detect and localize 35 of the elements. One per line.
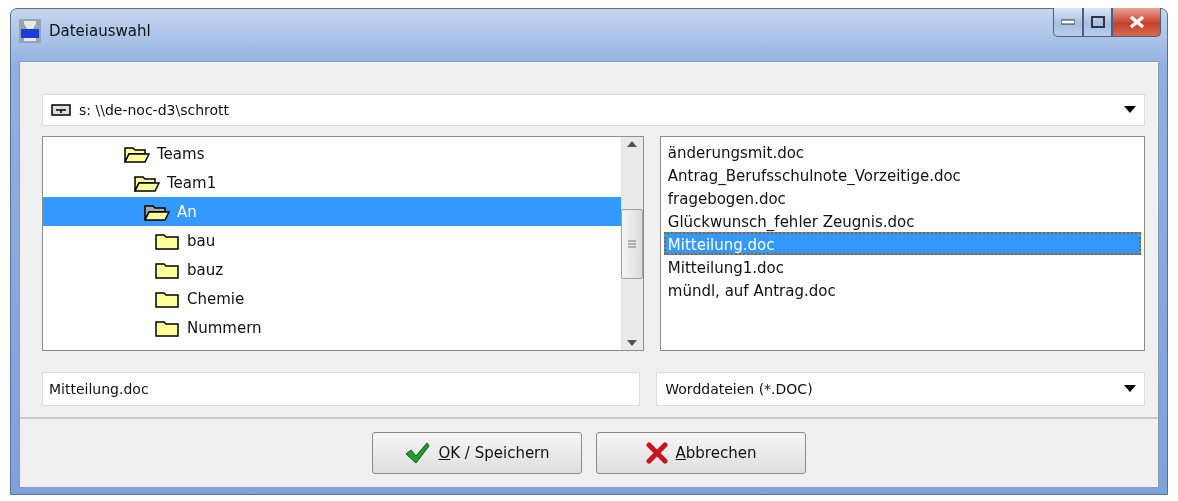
- scroll-down-icon[interactable]: [627, 340, 638, 346]
- window-title: Dateiauswahl: [49, 22, 151, 40]
- file-item[interactable]: fragebogen.doc: [663, 186, 1141, 209]
- cancel-button[interactable]: Abbrechen: [596, 432, 806, 474]
- app-icon: [19, 19, 41, 43]
- maximize-button[interactable]: [1083, 8, 1112, 37]
- scroll-up-icon[interactable]: [627, 141, 638, 147]
- checkmark-icon: [404, 441, 431, 465]
- maximize-icon: [1090, 16, 1105, 28]
- network-drive-icon: [51, 104, 71, 116]
- close-icon: [1128, 15, 1145, 29]
- scrollbar[interactable]: [620, 137, 643, 350]
- dropdown-arrow-icon[interactable]: [1124, 106, 1136, 114]
- folder-item[interactable]: bauz: [43, 255, 621, 284]
- scrollbar-thumb[interactable]: [621, 208, 643, 279]
- file-item[interactable]: Mitteilung1.doc: [663, 255, 1141, 278]
- file-item[interactable]: mündl, auf Antrag.doc: [663, 278, 1141, 301]
- file-item[interactable]: änderungsmit.doc: [663, 140, 1141, 163]
- drive-dropdown[interactable]: s: \\de-noc-d3\schrott: [42, 94, 1145, 126]
- filetype-dropdown[interactable]: Worddateien (*.DOC): [656, 372, 1145, 406]
- grip-icon: [628, 239, 637, 248]
- dropdown-arrow-icon[interactable]: [1124, 385, 1136, 393]
- file-item[interactable]: Antrag_Berufsschulnote_Vorzeitige.doc: [663, 163, 1141, 186]
- folder-item[interactable]: bau: [43, 226, 621, 255]
- filename-field[interactable]: Mitteilung.doc: [42, 372, 641, 406]
- folder-item[interactable]: Nummern: [43, 313, 621, 342]
- file-item[interactable]: Glückwunsch_fehler Zeugnis.doc: [663, 209, 1141, 232]
- close-button[interactable]: [1112, 8, 1161, 37]
- ok-button[interactable]: OK / Speichern: [372, 432, 582, 474]
- folder-item[interactable]: Teams: [43, 139, 621, 168]
- folder-item[interactable]: Chemie: [43, 284, 621, 313]
- cross-icon: [645, 442, 668, 464]
- minimize-icon: [1061, 19, 1075, 25]
- minimize-button[interactable]: [1053, 8, 1083, 37]
- folder-item[interactable]: Team1: [43, 168, 621, 197]
